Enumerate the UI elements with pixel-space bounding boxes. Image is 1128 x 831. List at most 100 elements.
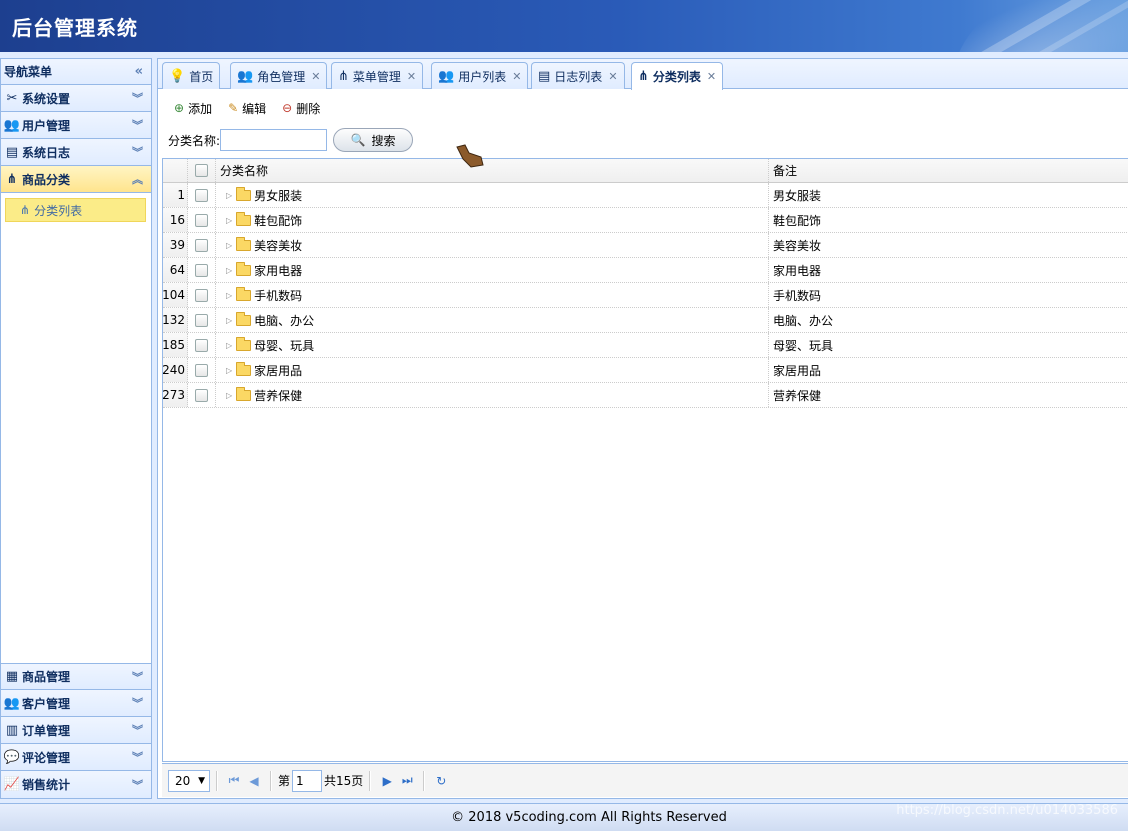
- name-cell: ▷ 营养保健: [216, 383, 769, 407]
- row-checkbox[interactable]: [195, 238, 208, 252]
- table-row[interactable]: 240 ▷ 家居用品 家居用品: [162, 358, 1128, 383]
- main-panel: 💡 首页 👥 角色管理 ✕ ⋔ 菜单管理 ✕ 👥 用户列表 ✕ ▤ 日志列表 ✕…: [157, 58, 1128, 799]
- row-checkbox[interactable]: [195, 263, 208, 277]
- category-remark: 手机数码: [773, 288, 822, 303]
- category-name: 美容美妆: [254, 238, 303, 253]
- tab-category-list[interactable]: ⋔ 分类列表 ✕: [631, 62, 724, 90]
- category-name: 手机数码: [254, 288, 303, 303]
- remark-cell: 男女服装: [769, 183, 1128, 207]
- sidebar-bottom-sections: ▦ 商品管理 ︾ 👥 客户管理 ︾ ▥ 订单管理 ︾ 💬 评论管理 ︾ 📈 销售…: [1, 663, 151, 798]
- sidebar-section-customers[interactable]: 👥 客户管理 ︾: [1, 690, 151, 717]
- select-all-checkbox[interactable]: [195, 164, 208, 177]
- sidebar-section-settings[interactable]: ✂ 系统设置 ︾: [1, 85, 151, 112]
- expand-arrow-icon[interactable]: ▷: [226, 391, 232, 400]
- separator: [369, 770, 372, 791]
- prev-page-icon[interactable]: ◀: [244, 774, 264, 788]
- expand-arrow-icon[interactable]: ▷: [226, 216, 232, 225]
- table-row[interactable]: 132 ▷ 电脑、办公 电脑、办公: [162, 308, 1128, 333]
- row-number: 39: [163, 233, 188, 257]
- separator: [216, 770, 218, 791]
- first-page-icon[interactable]: ⏮: [224, 773, 244, 788]
- category-name-input[interactable]: [220, 129, 328, 151]
- tab-role-management[interactable]: 👥 角色管理 ✕: [230, 62, 328, 89]
- collapse-icon[interactable]: «: [135, 64, 143, 79]
- tab-log-list[interactable]: ▤ 日志列表 ✕: [531, 62, 625, 89]
- close-icon[interactable]: ✕: [407, 70, 416, 83]
- expand-arrow-icon[interactable]: ▷: [226, 241, 232, 250]
- tab-menu-management[interactable]: ⋔ 菜单管理 ✕: [331, 62, 424, 89]
- log-icon: ▤: [5, 144, 19, 160]
- remark-cell: 家居用品: [769, 358, 1128, 382]
- expand-arrow-icon[interactable]: ▷: [226, 266, 232, 275]
- separator: [423, 770, 426, 791]
- comment-icon: 💬: [3, 749, 21, 765]
- remark-cell: 母婴、玩具: [769, 333, 1128, 357]
- tab-label: 日志列表: [554, 69, 603, 84]
- table-row[interactable]: 16 ▷ 鞋包配饰 鞋包配饰: [163, 208, 1128, 233]
- toolbar: ⊕ 添加 ✎ 编辑 ⊖ 删除: [158, 93, 1128, 123]
- category-remark: 母婴、玩具: [773, 338, 834, 353]
- name-cell: ▷ 男女服装: [216, 183, 769, 207]
- column-header-remark[interactable]: 备注: [769, 159, 1128, 182]
- column-header-name[interactable]: 分类名称: [216, 159, 769, 182]
- row-checkbox[interactable]: [195, 363, 208, 377]
- sidebar-section-sales[interactable]: 📈 销售统计 ︾: [1, 771, 151, 798]
- edit-button[interactable]: ✎ 编辑: [228, 100, 266, 117]
- row-number-text: 1: [177, 188, 185, 202]
- row-number-text: 240: [162, 363, 185, 377]
- table-row[interactable]: 64 ▷ 家用电器 家用电器: [163, 258, 1128, 283]
- expand-arrow-icon[interactable]: ▷: [226, 366, 232, 375]
- row-checkbox[interactable]: [195, 288, 208, 302]
- page-size-select[interactable]: 20 ▼: [168, 769, 210, 792]
- tab-user-list[interactable]: 👥 用户列表 ✕: [431, 62, 529, 89]
- row-checkbox[interactable]: [195, 188, 208, 202]
- row-select-cell: [188, 208, 216, 232]
- delete-button[interactable]: ⊖ 删除: [282, 100, 320, 117]
- add-button[interactable]: ⊕ 添加: [174, 100, 212, 117]
- sidebar-section-users[interactable]: 👥 用户管理 ︾: [1, 112, 151, 139]
- row-select-cell: [188, 333, 216, 357]
- sidebar-section-goods[interactable]: ▦ 商品管理 ︾: [1, 663, 151, 690]
- sidebar-section-comments[interactable]: 💬 评论管理 ︾: [1, 744, 151, 771]
- sidebar-item-category-list[interactable]: ⋔ 分类列表: [5, 198, 146, 222]
- row-number: 240: [162, 358, 188, 382]
- expand-arrow-icon[interactable]: ▷: [226, 191, 232, 200]
- name-cell: ▷ 鞋包配饰: [216, 208, 769, 232]
- tab-home[interactable]: 💡 首页: [162, 62, 221, 89]
- users-icon: 👥: [3, 117, 21, 133]
- users-icon: 👥: [237, 68, 254, 84]
- sidebar-section-categories[interactable]: ⋔ 商品分类 ︽: [1, 166, 151, 193]
- expand-arrow-icon[interactable]: ▷: [226, 341, 232, 350]
- row-checkbox[interactable]: [195, 338, 208, 352]
- expand-arrow-icon[interactable]: ▷: [226, 291, 232, 300]
- table-row[interactable]: 273 ▷ 营养保健 营养保健: [162, 383, 1128, 408]
- folder-icon: [236, 386, 252, 401]
- sidebar-section-orders[interactable]: ▥ 订单管理 ︾: [1, 717, 151, 744]
- sidebar-section-label: 销售统计: [22, 778, 71, 792]
- pagination-bar: 20 ▼ ⏮ ◀ 第 1 共15页 ▶ ⏭ ↻: [162, 763, 1128, 797]
- row-checkbox[interactable]: [195, 313, 208, 327]
- expand-arrow-icon[interactable]: ▷: [226, 316, 232, 325]
- row-checkbox[interactable]: [195, 213, 208, 227]
- name-cell: ▷ 电脑、办公: [216, 308, 769, 332]
- close-icon[interactable]: ✕: [608, 70, 617, 83]
- sidebar-section-logs[interactable]: ▤ 系统日志 ︾: [1, 139, 151, 166]
- last-page-icon[interactable]: ⏭: [397, 773, 417, 788]
- refresh-icon[interactable]: ↻: [431, 774, 451, 788]
- close-icon[interactable]: ✕: [707, 70, 716, 83]
- name-cell: ▷ 家居用品: [216, 358, 769, 382]
- row-number-text: 132: [162, 313, 185, 327]
- table-row[interactable]: 39 ▷ 美容美妆 美容美妆: [163, 233, 1128, 258]
- search-button[interactable]: 🔍 搜索: [333, 128, 414, 152]
- close-icon[interactable]: ✕: [311, 70, 320, 83]
- table-row[interactable]: 104 ▷ 手机数码 手机数码: [162, 283, 1128, 308]
- row-checkbox[interactable]: [195, 388, 208, 402]
- row-number: 16: [163, 208, 188, 232]
- page-size-value: 20: [175, 773, 191, 788]
- table-row[interactable]: 185 ▷ 母婴、玩具 母婴、玩具: [162, 333, 1128, 358]
- close-icon[interactable]: ✕: [512, 70, 521, 83]
- row-number-text: 16: [169, 213, 185, 227]
- page-number-input[interactable]: 1: [292, 769, 323, 792]
- next-page-icon[interactable]: ▶: [377, 774, 397, 788]
- table-row[interactable]: 1 ▷ 男女服装 男女服装: [163, 183, 1128, 208]
